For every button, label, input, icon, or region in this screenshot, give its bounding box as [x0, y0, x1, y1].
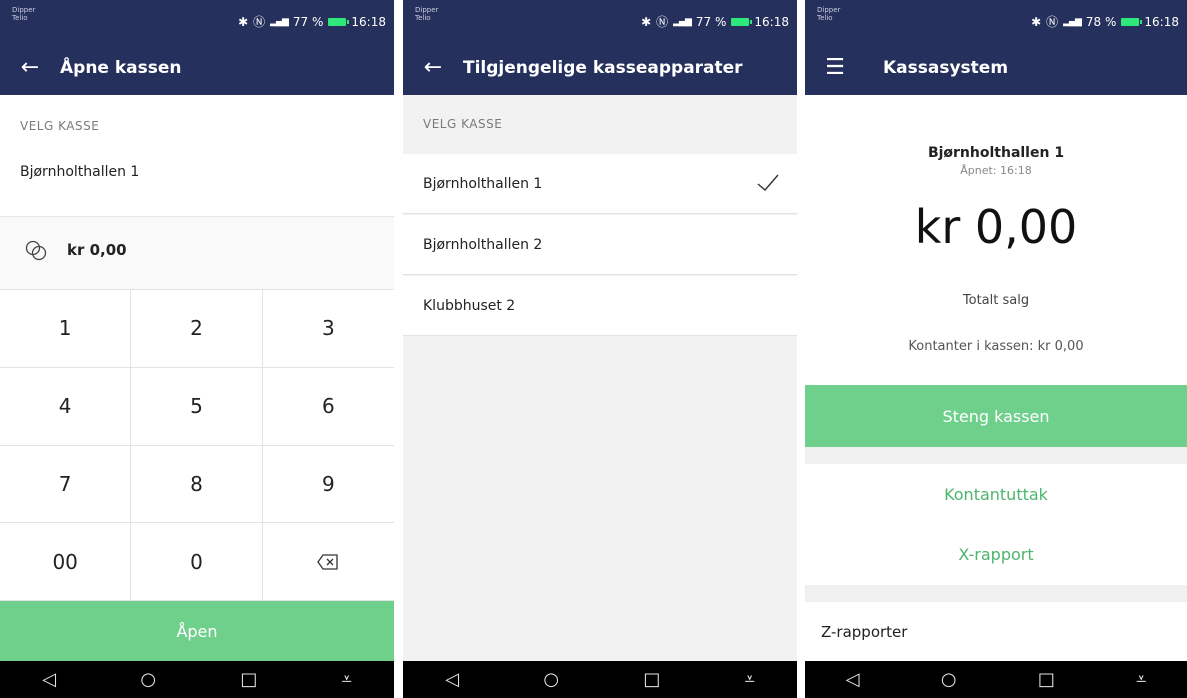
nav-notifications-icon[interactable]: ⩡ — [342, 669, 352, 690]
backspace-key[interactable] — [262, 523, 394, 601]
nfc-icon: Ⓝ — [253, 15, 266, 29]
carrier-label: Dipper Telio — [12, 6, 36, 22]
key-3[interactable]: 3 — [262, 290, 394, 368]
cash-withdrawal-button[interactable]: Kontantuttak — [805, 485, 1187, 504]
system-nav-bar: ◁ ○ □ ⩡ — [805, 661, 1187, 698]
nav-recents-icon[interactable]: □ — [1038, 669, 1055, 690]
total-sales-label: Totalt salg — [962, 293, 1030, 308]
cash-in-register: Kontanter i kassen: kr 0,00 — [908, 339, 1084, 354]
menu-icon[interactable]: ☰ — [805, 40, 865, 95]
battery-percent: 77 % — [695, 14, 727, 29]
register-item[interactable]: Bjørnholthallen 1 — [403, 154, 797, 214]
register-item[interactable]: Bjørnholthallen 2 — [403, 215, 797, 275]
divider — [805, 585, 1187, 602]
nfc-icon: Ⓝ — [656, 15, 669, 29]
key-9[interactable]: 9 — [262, 445, 394, 524]
register-item-label: Bjørnholthallen 1 — [423, 175, 543, 192]
clock: 16:18 — [754, 14, 789, 29]
key-1[interactable]: 1 — [0, 290, 132, 368]
app-bar: ← Tilgjengelige kasseapparater — [403, 40, 797, 95]
close-register-button[interactable]: Steng kassen — [805, 385, 1187, 447]
nav-notifications-icon[interactable]: ⩡ — [1136, 669, 1146, 690]
key-8[interactable]: 8 — [131, 445, 263, 524]
page-title: Tilgjengelige kasseapparater — [463, 57, 743, 78]
cash-system-screen: Dipper Telio ✱ Ⓝ ▂▄▆ 78 % 16:18 ☰ Kassas… — [805, 0, 1187, 698]
nav-home-icon[interactable]: ○ — [140, 669, 156, 690]
key-00[interactable]: 00 — [0, 523, 132, 601]
z-reports-item[interactable]: Z-rapporter — [821, 623, 907, 641]
divider — [805, 447, 1187, 464]
selected-register[interactable]: Bjørnholthallen 1 — [20, 164, 139, 180]
carrier-label: Dipper Telio — [415, 6, 439, 22]
battery-percent: 78 % — [1085, 14, 1117, 29]
status-bar: Dipper Telio ✱ Ⓝ ▂▄▆ 77 % 16:18 — [403, 0, 797, 40]
app-bar: ☰ Kassasystem — [805, 40, 1187, 95]
nav-recents-icon[interactable]: □ — [240, 669, 257, 690]
available-registers-screen: Dipper Telio ✱ Ⓝ ▂▄▆ 77 % 16:18 ← Tilgje… — [403, 0, 797, 698]
open-register-screen: Dipper Telio ✱ Ⓝ ▂▄▆ 77 % 16:18 ← Åpne k… — [0, 0, 394, 698]
battery-icon — [1121, 17, 1143, 26]
key-2[interactable]: 2 — [131, 290, 263, 368]
key-7[interactable]: 7 — [0, 445, 132, 524]
nav-back-icon[interactable]: ◁ — [445, 669, 459, 690]
nav-recents-icon[interactable]: □ — [643, 669, 660, 690]
clock: 16:18 — [351, 14, 386, 29]
page-title: Kassasystem — [883, 57, 1009, 78]
app-bar: ← Åpne kassen — [0, 40, 394, 95]
key-4[interactable]: 4 — [0, 367, 132, 446]
nav-back-icon[interactable]: ◁ — [42, 669, 56, 690]
bluetooth-icon: ✱ — [1031, 14, 1042, 29]
nfc-icon: Ⓝ — [1046, 15, 1059, 29]
gap — [394, 0, 403, 698]
nav-notifications-icon[interactable]: ⩡ — [745, 669, 755, 690]
check-icon — [757, 174, 779, 191]
opened-time: Åpnet: 16:18 — [960, 164, 1032, 177]
battery-icon — [328, 17, 350, 26]
amount-row: kr 0,00 — [0, 217, 394, 289]
backspace-icon — [317, 553, 338, 570]
back-arrow-icon[interactable]: ← — [0, 40, 60, 95]
system-nav-bar: ◁ ○ □ ⩡ — [0, 661, 394, 698]
amount-value: kr 0,00 — [67, 241, 127, 259]
signal-icon: ▂▄▆ — [1063, 16, 1082, 27]
back-arrow-icon[interactable]: ← — [403, 40, 463, 95]
gap — [797, 0, 805, 698]
open-button[interactable]: Åpen — [0, 601, 394, 661]
bluetooth-icon: ✱ — [641, 14, 652, 29]
coins-icon — [25, 240, 47, 261]
nav-back-icon[interactable]: ◁ — [846, 669, 860, 690]
nav-home-icon[interactable]: ○ — [543, 669, 559, 690]
signal-icon: ▂▄▆ — [270, 16, 289, 27]
signal-icon: ▂▄▆ — [673, 16, 692, 27]
register-name: Bjørnholthallen 1 — [927, 145, 1065, 161]
numeric-keypad: 1 2 3 4 5 6 7 8 9 00 0 — [0, 289, 394, 601]
section-label: VELG KASSE — [20, 119, 100, 133]
carrier-label: Dipper Telio — [817, 6, 841, 22]
status-bar: Dipper Telio ✱ Ⓝ ▂▄▆ 78 % 16:18 — [805, 0, 1187, 40]
register-item-label: Bjørnholthallen 2 — [423, 236, 543, 253]
clock: 16:18 — [1144, 14, 1179, 29]
battery-icon — [731, 17, 753, 26]
x-report-button[interactable]: X-rapport — [805, 545, 1187, 564]
register-item[interactable]: Klubbhuset 2 — [403, 276, 797, 336]
battery-percent: 77 % — [292, 14, 324, 29]
system-nav-bar: ◁ ○ □ ⩡ — [403, 661, 797, 698]
key-5[interactable]: 5 — [131, 367, 263, 446]
key-0[interactable]: 0 — [131, 523, 263, 601]
bluetooth-icon: ✱ — [238, 14, 249, 29]
page-title: Åpne kassen — [60, 57, 182, 78]
nav-home-icon[interactable]: ○ — [941, 669, 957, 690]
key-6[interactable]: 6 — [262, 367, 394, 446]
status-bar: Dipper Telio ✱ Ⓝ ▂▄▆ 77 % 16:18 — [0, 0, 394, 40]
section-label: VELG KASSE — [423, 117, 503, 131]
total-amount: kr 0,00 — [914, 200, 1078, 254]
register-item-label: Klubbhuset 2 — [423, 297, 516, 314]
